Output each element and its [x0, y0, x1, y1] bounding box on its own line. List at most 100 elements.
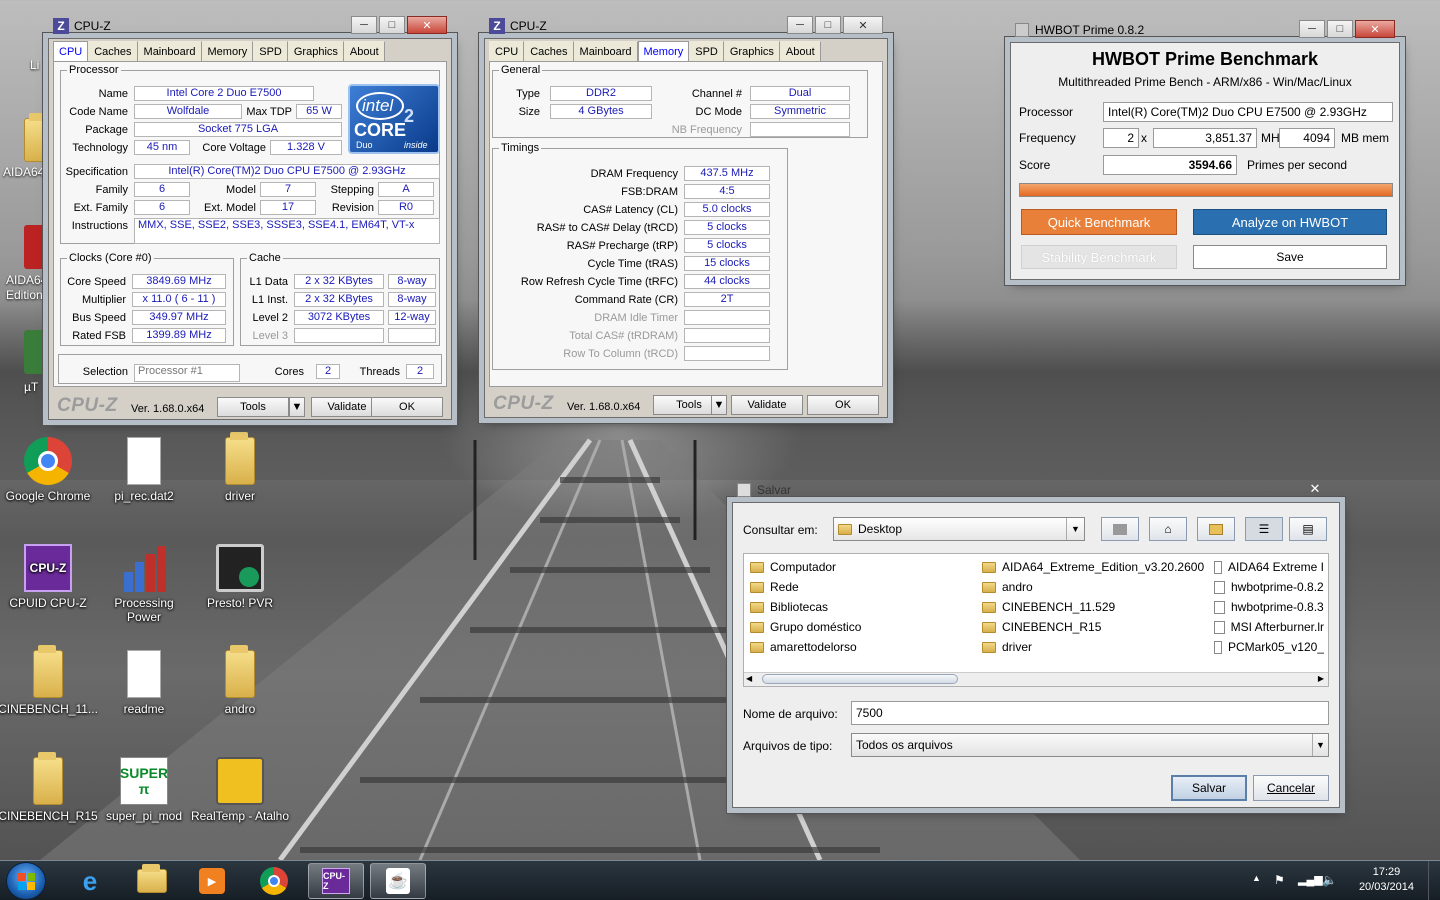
horizontal-scrollbar[interactable]: ◀ ▶	[744, 672, 1328, 686]
tab-memory[interactable]: Memory	[201, 41, 254, 63]
ok-button[interactable]: OK	[807, 395, 879, 415]
desktop-icon-andro[interactable]: andro	[190, 645, 290, 716]
save-button[interactable]: Save	[1193, 245, 1387, 269]
taskbar-cpuz[interactable]: CPU-Z	[308, 863, 364, 899]
desktop-icon-pi-rec[interactable]: pi_rec.dat2	[94, 437, 194, 503]
taskbar-java[interactable]: ☕	[370, 863, 426, 899]
tab-graphics[interactable]: Graphics	[287, 41, 344, 63]
desktop-icon-cpuz[interactable]: CPU-Z CPUID CPU-Z	[0, 544, 98, 610]
close-button[interactable]: ✕	[1355, 20, 1395, 38]
tools-dropdown-icon[interactable]: ▼	[289, 397, 305, 417]
scroll-left-icon[interactable]: ◀	[746, 674, 752, 683]
list-view-button[interactable]: ☰	[1245, 517, 1283, 541]
minimize-button[interactable]: ─	[787, 16, 813, 34]
up-one-level-button[interactable]	[1101, 517, 1139, 541]
file-list-item[interactable]: hwbotprime-0.8.2	[1214, 580, 1324, 594]
file-list-item[interactable]: AIDA64 Extreme I	[1214, 560, 1324, 574]
minimize-button[interactable]: ─	[1299, 20, 1325, 38]
tab-about[interactable]: About	[343, 41, 385, 63]
folder-icon	[982, 621, 996, 633]
file-list-item[interactable]: AIDA64_Extreme_Edition_v3.20.2600	[982, 560, 1204, 574]
maximize-button[interactable]: □	[815, 16, 841, 34]
threads-field[interactable]: 2	[1103, 128, 1139, 148]
scroll-right-icon[interactable]: ▶	[1318, 674, 1324, 683]
version-text: Ver. 1.68.0.x64	[131, 403, 205, 415]
file-list-item[interactable]: Bibliotecas	[750, 600, 828, 614]
file-list-item[interactable]: CINEBENCH_R15	[982, 620, 1101, 634]
volume-icon[interactable]: 🔈	[1322, 873, 1337, 887]
hwbot-titlebar[interactable]: HWBOT Prime 0.8.2 ─ □ ✕	[1011, 17, 1399, 43]
desktop-icon-cinebench-11[interactable]: CINEBENCH_11...	[0, 645, 98, 716]
file-list-item[interactable]: andro	[982, 580, 1033, 594]
ut-icon[interactable]	[24, 330, 46, 374]
quick-benchmark-button[interactable]: Quick Benchmark	[1021, 209, 1177, 235]
desktop-icon-readme[interactable]: readme	[94, 650, 194, 716]
new-folder-button[interactable]	[1197, 517, 1235, 541]
family-value: 6	[134, 182, 190, 197]
file-list-item[interactable]: PCMark05_v120_	[1214, 640, 1324, 654]
network-signal-icon[interactable]: ▂▄▆	[1298, 873, 1323, 886]
taskbar-chrome[interactable]	[246, 863, 302, 899]
save-dialog-titlebar[interactable]: Salvar ✕	[733, 477, 1339, 503]
aida64-icon[interactable]	[24, 225, 46, 269]
desktop-icon-presto-pvr[interactable]: Presto! PVR	[190, 544, 290, 610]
start-button[interactable]	[6, 862, 46, 900]
home-button[interactable]: ⌂	[1149, 517, 1187, 541]
file-list-item[interactable]: Rede	[750, 580, 799, 594]
taskbar-internet-explorer[interactable]: e	[62, 863, 118, 899]
file-list-item[interactable]: CINEBENCH_11.529	[982, 600, 1115, 614]
filetype-select[interactable]: Todos os arquivos ▼	[851, 733, 1329, 757]
tab-spd[interactable]: SPD	[253, 41, 288, 63]
taskbar-explorer[interactable]	[124, 863, 180, 899]
show-hidden-icons[interactable]: ▲	[1252, 873, 1261, 883]
desktop-icon-super-pi[interactable]: SUPER π super_pi_mod	[94, 757, 194, 823]
tab-caches[interactable]: Caches	[524, 41, 574, 63]
salvar-button[interactable]: Salvar	[1171, 775, 1247, 801]
filename-input[interactable]: 7500	[851, 701, 1329, 725]
tab-cpu[interactable]: CPU	[489, 41, 525, 63]
tab-caches[interactable]: Caches	[88, 41, 138, 63]
tools-dropdown-icon[interactable]: ▼	[711, 395, 727, 415]
close-button[interactable]: ✕	[1295, 480, 1335, 498]
tab-mainboard[interactable]: Mainboard	[573, 41, 638, 63]
taskbar-media-player[interactable]: ▶	[184, 863, 240, 899]
show-desktop-button[interactable]	[1428, 861, 1440, 900]
minimize-button[interactable]: ─	[351, 16, 377, 34]
tab-memory[interactable]: Memory	[637, 41, 690, 63]
validate-button[interactable]: Validate	[731, 395, 803, 415]
file-list-item[interactable]: hwbotprime-0.8.3	[1214, 600, 1324, 614]
tab-cpu[interactable]: CPU	[53, 41, 89, 63]
scrollbar-thumb[interactable]	[762, 674, 958, 684]
file-list-item[interactable]: Computador	[750, 560, 836, 574]
details-view-button[interactable]: ▤	[1289, 517, 1327, 541]
tab-about[interactable]: About	[779, 41, 821, 63]
desktop-icon-google-chrome[interactable]: Google Chrome	[0, 437, 98, 503]
partial-folder-icon[interactable]	[24, 113, 47, 162]
cpuz-titlebar[interactable]: Z CPU-Z ─ □ ✕	[485, 13, 887, 39]
desktop-icon-processing-power[interactable]: Processing Power	[94, 544, 194, 624]
cpuz-titlebar[interactable]: Z CPU-Z ─ □ ✕	[49, 13, 451, 39]
file-list-item[interactable]: amarettodelorso	[750, 640, 857, 654]
tab-mainboard[interactable]: Mainboard	[137, 41, 202, 63]
tab-spd[interactable]: SPD	[689, 41, 724, 63]
cancelar-button[interactable]: Cancelar	[1253, 775, 1329, 801]
tools-button[interactable]: Tools	[217, 397, 289, 417]
desktop-icon-driver[interactable]: driver	[190, 432, 290, 503]
tab-graphics[interactable]: Graphics	[723, 41, 780, 63]
action-center-flag-icon[interactable]: ⚑	[1274, 873, 1285, 887]
desktop-icon-cinebench-r15[interactable]: CINEBENCH_R15	[0, 752, 98, 823]
file-list-item[interactable]: MSI Afterburner.lr	[1214, 620, 1324, 634]
system-clock[interactable]: 17:29 20/03/2014	[1359, 865, 1414, 895]
close-button[interactable]: ✕	[843, 16, 883, 34]
processor-select[interactable]: Processor #1	[134, 364, 240, 382]
maximize-button[interactable]: □	[379, 16, 405, 34]
ok-button[interactable]: OK	[371, 397, 443, 417]
file-list-item[interactable]: Grupo doméstico	[750, 620, 861, 634]
desktop-icon-realtemp[interactable]: RealTemp - Atalho	[190, 757, 290, 823]
close-button[interactable]: ✕	[407, 16, 447, 34]
maximize-button[interactable]: □	[1327, 20, 1353, 38]
desktop-icon-label: readme	[123, 702, 165, 716]
analyze-on-hwbot-button[interactable]: Analyze on HWBOT	[1193, 209, 1387, 235]
file-list-item[interactable]: driver	[982, 640, 1032, 654]
lookin-select[interactable]: Desktop ▼	[833, 517, 1085, 541]
